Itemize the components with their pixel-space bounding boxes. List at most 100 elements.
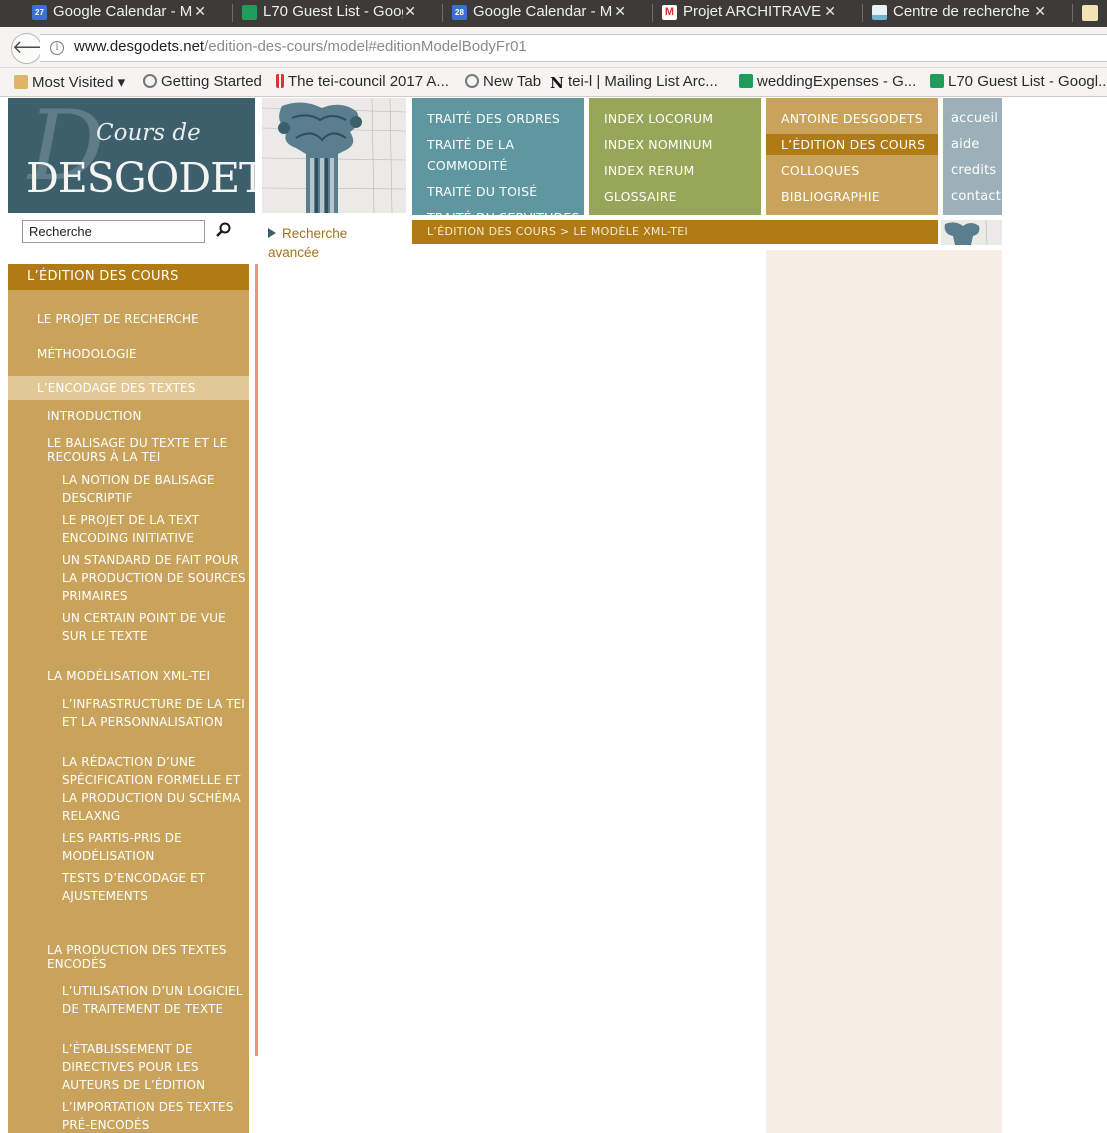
sidebar-item-point-de-vue[interactable]: UN CERTAIN POINT DE VUE SUR LE TEXTE [62,609,247,645]
browser-tab[interactable]: Centre de recherche du ✕ [840,0,1060,26]
sidebar-item-infrastructure-tei[interactable]: L’INFRASTRUCTURE DE LA TEI ET LA PERSONN… [62,695,247,731]
tab-title: Centre de recherche du [893,3,1033,20]
menu-item-colloques[interactable]: COLLOQUES [766,160,938,181]
sidebar-item-projet-de-recherche[interactable]: LE PROJET DE RECHERCHE [37,310,242,328]
tab-title: Google Calendar - Mon [473,3,613,20]
search-icon[interactable] [214,221,234,241]
browser-tab[interactable]: 28 Google Calendar - Mon ✕ [420,0,640,26]
menu-item-aide[interactable]: aide [943,134,1002,155]
menu-item-traite-servitudes[interactable]: TRAITÉ DU SERVITUDES [412,207,584,215]
close-icon[interactable]: ✕ [404,3,416,20]
close-icon[interactable]: ✕ [824,3,836,20]
sidebar-title[interactable]: L’ÉDITION DES COURS [8,264,249,290]
sidebar-item-notion-balisage[interactable]: LA NOTION DE BALISAGE DESCRIPTIF [62,471,247,507]
bookmark-l70-guest-list[interactable]: L70 Guest List - Googl... [930,73,1107,90]
calendar-icon: 27 [32,5,47,20]
info-icon[interactable]: i [50,41,64,55]
advanced-search-label: Recherche avancée [268,226,348,260]
browser-tab[interactable]: 27 Google Calendar - Mon ✕ [0,0,220,26]
site-logo[interactable]: D Cours de DESGODETS [8,98,255,213]
url-bar[interactable]: i www.desgodets.net/edition-des-cours/mo… [40,34,1107,62]
bookmark-label: weddingExpenses - G... [757,73,917,90]
close-icon[interactable]: ✕ [1034,3,1046,20]
sidebar-item-projet-tei[interactable]: LE PROJET DE LA TEXT ENCODING INITIATIVE [62,511,247,547]
sidebar-item-balisage[interactable]: LE BALISAGE DU TEXTE ET LE RECOURS À LA … [47,436,242,464]
menu-item-antoine-desgodets[interactable]: ANTOINE DESGODETS [766,108,938,129]
bookmark-label: tei-l | Mailing List Arc... [568,73,718,90]
menu-item-contact[interactable]: contact [943,186,1002,207]
sidebar-item-methodologie[interactable]: MÉTHODOLOGIE [37,345,242,363]
tab-title: Projet ARCHITRAVE - T [683,3,823,20]
menu-index: INDEX LOCORUM INDEX NOMINUM INDEX RERUM … [589,98,761,215]
menu-item-accueil[interactable]: accueil [943,108,1002,129]
globe-icon [465,74,479,88]
menu-item-index-rerum[interactable]: INDEX RERUM [589,160,761,181]
calendar-icon: 28 [452,5,467,20]
menu-item-index-nominum[interactable]: INDEX NOMINUM [589,134,761,155]
browser-tab[interactable]: M Projet ARCHITRAVE - T ✕ [630,0,850,26]
bookmark-label: Most Visited ▾ [32,74,126,91]
menu-edition: ANTOINE DESGODETS L’ÉDITION DES COURS CO… [766,98,938,215]
sidebar-nav: L’ÉDITION DES COURS LE PROJET DE RECHERC… [8,264,249,1133]
sidebar-item-tests-encodage[interactable]: TESTS D’ENCODAGE ET AJUSTEMENTS [62,869,247,905]
gmail-icon: M [662,5,677,20]
sidebar-item-directives-auteurs[interactable]: L’ÉTABLISSEMENT DE DIRECTIVES POUR LES A… [62,1040,247,1094]
column-capital-engraving [262,98,406,213]
back-button[interactable]: 🡐 [11,33,60,64]
tei-icon[interactable] [1082,5,1098,21]
bookmark-most-visited[interactable]: Most Visited ▾ [14,73,125,91]
menu-utility: accueil aide credits contact [943,98,1002,215]
search-input[interactable] [22,220,205,243]
sidebar-item-redaction-specification[interactable]: LA RÉDACTION D’UNE SPÉCIFICATION FORMELL… [62,753,247,825]
globe-icon [143,74,157,88]
menu-item-bibliographie[interactable]: BIBLIOGRAPHIE [766,186,938,207]
bookmarks-toolbar: Most Visited ▾ Getting Started The tei-c… [0,68,1107,97]
sidebar-item-encodage-des-textes[interactable]: L’ENCODAGE DES TEXTES [37,379,242,397]
n-icon: N [550,74,564,91]
menu-item-glossaire[interactable]: GLOSSAIRE [589,186,761,207]
sidebar-item-production-textes[interactable]: LA PRODUCTION DES TEXTES ENCODÉS [47,943,242,971]
bookmark-new-tab[interactable]: New Tab [465,73,541,90]
sidebar-item-standard-de-fait[interactable]: UN STANDARD DE FAIT POUR LA PRODUCTION D… [62,551,247,605]
close-icon[interactable]: ✕ [614,3,626,20]
url-text[interactable]: www.desgodets.net/edition-des-cours/mode… [74,38,527,55]
menu-item-credits[interactable]: credits [943,160,1002,181]
right-panel [766,250,1002,1133]
bookmark-label: New Tab [483,73,542,90]
column-capital-thumbnail [941,220,1002,245]
sidebar-divider [255,264,258,1056]
browser-nav-bar: 🡐 i www.desgodets.net/edition-des-cours/… [0,27,1107,68]
bars-icon [276,74,284,88]
sidebar-item-introduction[interactable]: INTRODUCTION [47,409,242,423]
bookmark-getting-started[interactable]: Getting Started [143,73,262,90]
sidebar-item-partis-pris[interactable]: LES PARTIS-PRIS DE MODÉLISATION [62,829,247,865]
tab-divider [1072,4,1073,22]
triangle-right-icon [268,228,276,238]
menu-traites: TRAITÉ DES ORDRES TRAITÉ DE LA COMMODITÉ… [412,98,584,215]
sidebar-item-modelisation[interactable]: LA MODÉLISATION XML-TEI [47,667,242,685]
sidebar-item-importation-textes[interactable]: L’IMPORTATION DES TEXTES PRÉ-ENCODÉS [62,1098,247,1133]
sheets-icon [242,5,257,20]
folder-icon [14,75,28,89]
menu-item-edition-des-cours[interactable]: L’ÉDITION DES COURS [766,134,938,155]
bookmark-tei-council[interactable]: The tei-council 2017 A... [276,73,456,90]
bookmark-tei-l[interactable]: Ntei-l | Mailing List Arc... [550,73,730,90]
browser-tab[interactable]: L70 Guest List - Google ✕ [210,0,430,26]
menu-item-traite-commodite[interactable]: TRAITÉ DE LA COMMODITÉ [412,134,584,176]
close-icon[interactable]: ✕ [194,3,206,20]
bookmark-label: Getting Started [161,73,262,90]
browser-tab-bar: 27 Google Calendar - Mon ✕ L70 Guest Lis… [0,0,1107,27]
bookmark-wedding-expenses[interactable]: weddingExpenses - G... [739,73,923,90]
menu-item-index-locorum[interactable]: INDEX LOCORUM [589,108,761,129]
advanced-search-link[interactable]: Recherche avancée [268,224,388,262]
site-icon [872,5,887,20]
bookmark-label: L70 Guest List - Googl... [948,73,1107,90]
sheets-icon [739,74,753,88]
menu-item-traite-du-toise[interactable]: TRAITÉ DU TOISÉ [412,181,584,202]
menu-item-traite-des-ordres[interactable]: TRAITÉ DES ORDRES [412,108,584,129]
url-host: www.desgodets.net [74,38,205,55]
url-path: /edition-des-cours/model#editionModelBod… [204,38,527,55]
tab-title: L70 Guest List - Google [263,3,403,20]
logo-line1: Cours de [96,120,201,146]
sidebar-item-logiciel-traitement[interactable]: L’UTILISATION D’UN LOGICIEL DE TRAITEMEN… [62,982,247,1018]
